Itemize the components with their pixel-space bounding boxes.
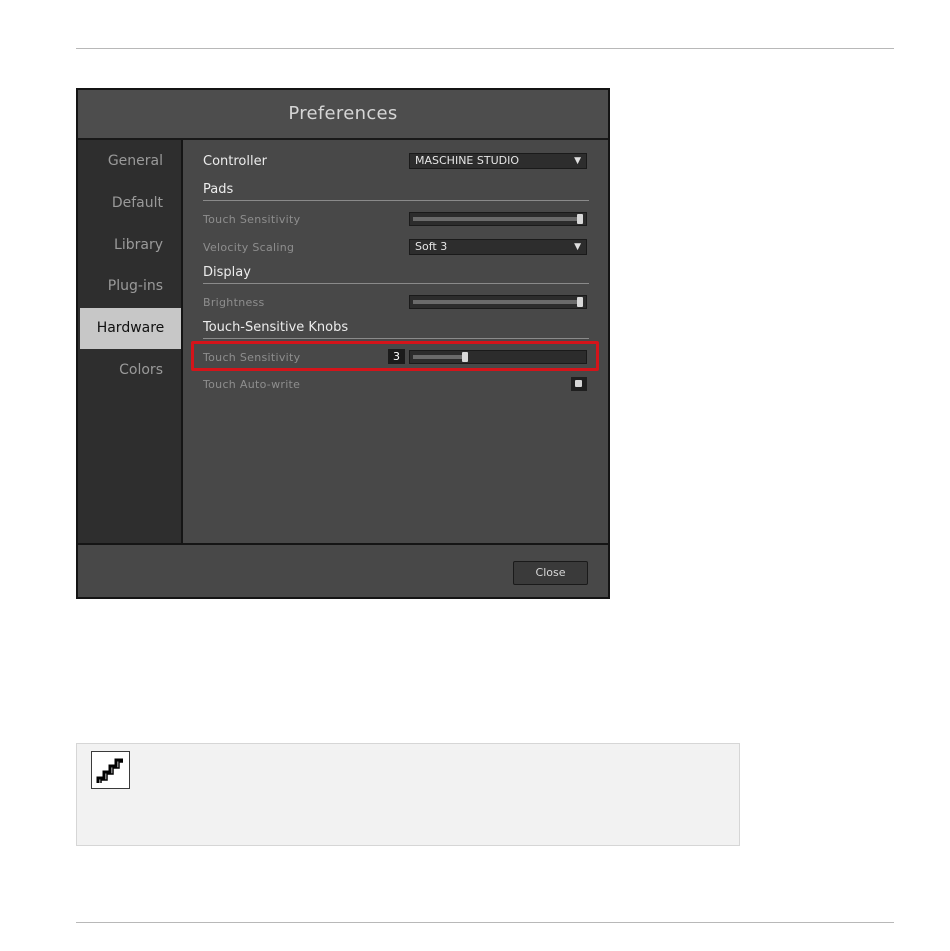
brightness-label: Brightness <box>203 296 265 309</box>
checkbox-mark <box>575 380 582 387</box>
touch-autowrite-checkbox[interactable] <box>571 377 587 391</box>
sidebar-item-library[interactable]: Library <box>80 225 181 266</box>
pads-divider <box>203 200 589 201</box>
knobs-header: Touch-Sensitive Knobs <box>203 320 349 335</box>
pads-touch-sensitivity-label: Touch Sensitivity <box>203 213 301 226</box>
sidebar-item-plug-ins[interactable]: Plug-ins <box>80 266 181 307</box>
pads-header: Pads <box>203 182 234 197</box>
stairs-icon <box>91 751 130 789</box>
footer-rule <box>76 922 894 923</box>
velocity-scaling-value: Soft 3 <box>415 240 448 253</box>
pads-touch-sensitivity-slider[interactable] <box>409 212 587 226</box>
velocity-scaling-dropdown[interactable]: Soft 3 ▼ <box>409 239 587 255</box>
velocity-scaling-label: Velocity Scaling <box>203 241 295 254</box>
highlight-frame <box>191 341 599 371</box>
sidebar-item-colors[interactable]: Colors <box>80 350 181 391</box>
display-divider <box>203 283 589 284</box>
preferences-dialog: Preferences General Default Library Plug… <box>76 88 610 599</box>
slider-handle[interactable] <box>577 214 583 224</box>
controller-dropdown[interactable]: MASCHINE STUDIO ▼ <box>409 153 587 169</box>
dialog-title: Preferences <box>78 90 608 140</box>
chevron-down-icon: ▼ <box>574 156 581 166</box>
slider-track <box>413 217 577 221</box>
display-header: Display <box>203 265 251 280</box>
controller-value: MASCHINE STUDIO <box>415 154 519 167</box>
sidebar-item-hardware[interactable]: Hardware <box>80 308 181 349</box>
sidebar-item-general[interactable]: General <box>80 141 181 182</box>
header-rule <box>76 48 894 49</box>
slider-track <box>413 300 577 304</box>
preferences-sidebar: General Default Library Plug-ins Hardwar… <box>78 140 183 543</box>
touch-autowrite-label: Touch Auto-write <box>203 378 301 391</box>
knobs-divider <box>203 338 589 339</box>
slider-handle[interactable] <box>577 297 583 307</box>
controller-label: Controller <box>203 154 267 169</box>
dialog-footer: Close <box>78 543 608 597</box>
chevron-down-icon: ▼ <box>574 242 581 252</box>
sidebar-item-default[interactable]: Default <box>80 183 181 224</box>
note-box <box>76 743 740 846</box>
close-button[interactable]: Close <box>513 561 588 585</box>
brightness-slider[interactable] <box>409 295 587 309</box>
